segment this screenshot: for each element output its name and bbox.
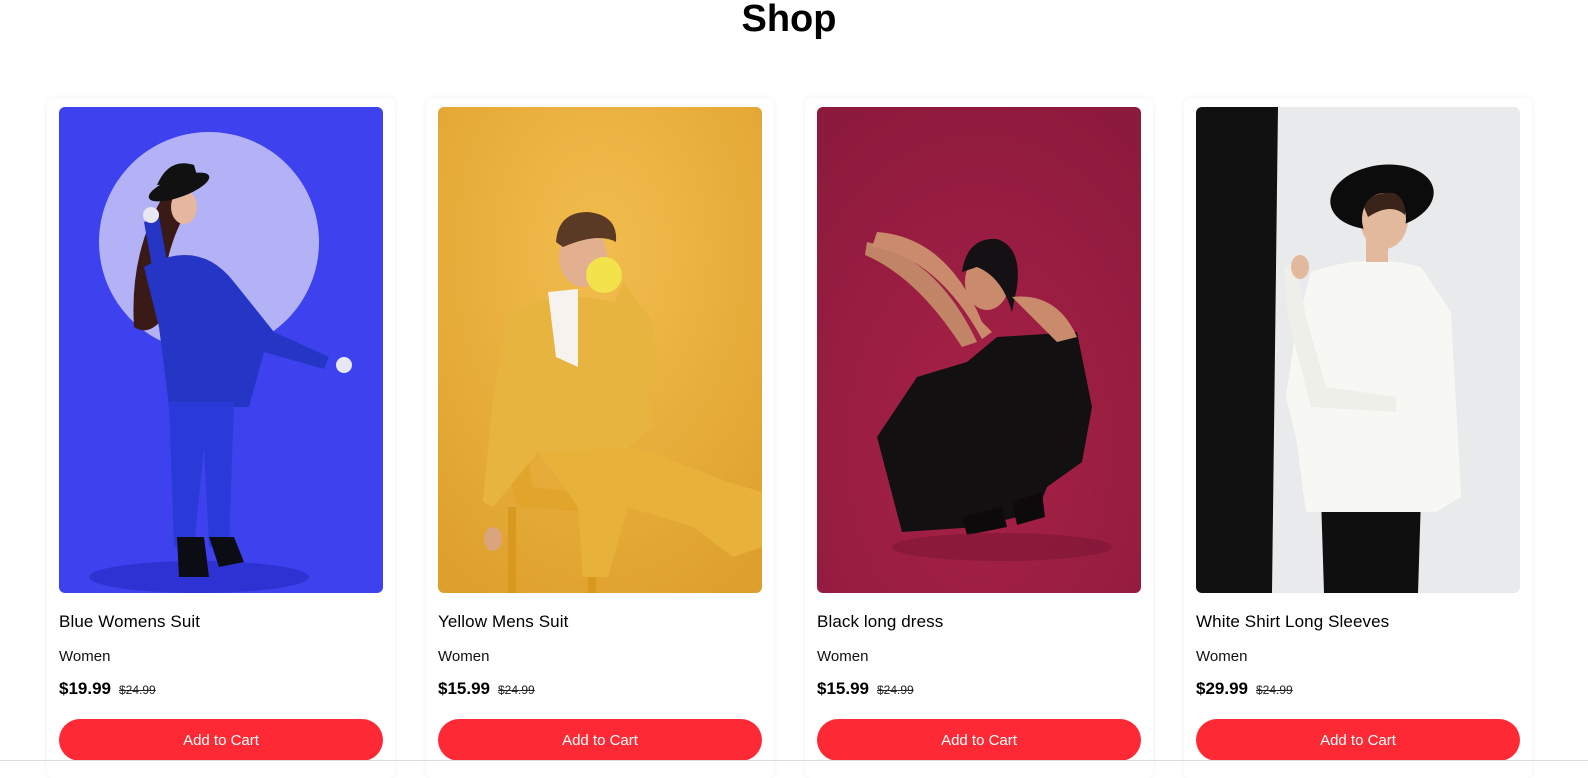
product-category: Women xyxy=(817,648,869,665)
product-card: White Shirt Long Sleeves Women $29.99 $2… xyxy=(1184,98,1532,778)
product-card: Yellow Mens Suit Women $15.99 $24.99 Add… xyxy=(426,98,774,778)
product-category: Women xyxy=(438,648,490,665)
product-photo-black-long-dress[interactable] xyxy=(817,107,1141,593)
product-grid: Blue Womens Suit Women $19.99 $24.99 Add… xyxy=(47,98,1532,778)
product-price: $19.99 xyxy=(59,679,111,698)
product-category: Women xyxy=(59,648,111,665)
product-card: Black long dress Women $15.99 $24.99 Add… xyxy=(805,98,1153,778)
product-name[interactable]: Black long dress xyxy=(817,612,943,632)
add-to-cart-button[interactable]: Add to Cart xyxy=(59,719,383,761)
add-to-cart-button[interactable]: Add to Cart xyxy=(817,719,1141,761)
product-old-price: $24.99 xyxy=(498,683,535,697)
add-to-cart-button[interactable]: Add to Cart xyxy=(438,719,762,761)
price-row: $15.99 $24.99 xyxy=(817,679,914,699)
product-photo-blue-womens-suit[interactable] xyxy=(59,107,383,593)
add-to-cart-button[interactable]: Add to Cart xyxy=(1196,719,1520,761)
price-row: $19.99 $24.99 xyxy=(59,679,156,699)
product-old-price: $24.99 xyxy=(877,683,914,697)
page-bottom-divider xyxy=(0,760,1588,761)
product-old-price: $24.99 xyxy=(119,683,156,697)
product-name[interactable]: Yellow Mens Suit xyxy=(438,612,568,632)
page-title: Shop xyxy=(741,0,837,40)
product-photo-yellow-mens-suit[interactable] xyxy=(438,107,762,593)
product-price: $15.99 xyxy=(438,679,490,698)
product-old-price: $24.99 xyxy=(1256,683,1293,697)
product-category: Women xyxy=(1196,648,1248,665)
product-price: $29.99 xyxy=(1196,679,1248,698)
price-row: $29.99 $24.99 xyxy=(1196,679,1293,699)
price-row: $15.99 $24.99 xyxy=(438,679,535,699)
product-photo-white-shirt-long-sleeves[interactable] xyxy=(1196,107,1520,593)
product-card: Blue Womens Suit Women $19.99 $24.99 Add… xyxy=(47,98,395,778)
product-name[interactable]: Blue Womens Suit xyxy=(59,612,200,632)
product-name[interactable]: White Shirt Long Sleeves xyxy=(1196,612,1389,632)
product-price: $15.99 xyxy=(817,679,869,698)
